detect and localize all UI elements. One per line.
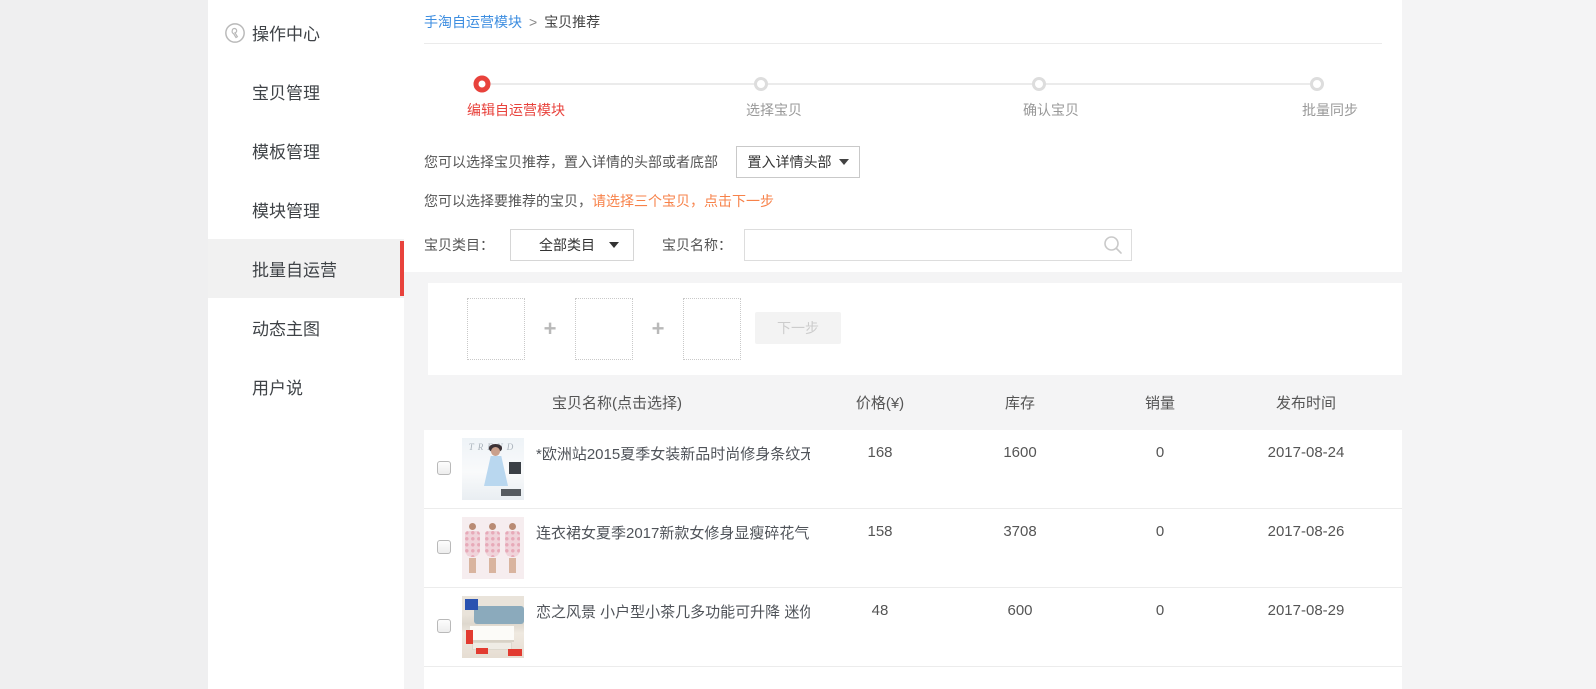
category-select-value: 全部类目: [539, 235, 595, 255]
item-publish-date: 2017-08-26: [1230, 509, 1402, 587]
item-table: TREND *欧洲站2015夏季女装新品时尚修身条纹无袖背 168 1600 0…: [424, 430, 1402, 689]
placement-hint-text: 您可以选择宝贝推荐，置入详情的头部或者底部: [424, 152, 718, 172]
placement-hint-row: 您可以选择宝贝推荐，置入详情的头部或者底部 置入详情头部: [424, 146, 1382, 178]
header-price: 价格(¥): [810, 392, 950, 413]
sidebar-item-dynamic-main-image[interactable]: 动态主图: [208, 298, 404, 357]
sidebar-item-batch-self-operation[interactable]: 批量自运营: [208, 239, 404, 298]
selection-hint-highlight: 请选择三个宝贝，点击下一步: [592, 193, 774, 209]
product-image[interactable]: [462, 596, 524, 658]
header-sales: 销量: [1090, 392, 1230, 413]
product-image[interactable]: TREND: [462, 438, 524, 500]
top-panel: 手淘自运营模块 > 宝贝推荐 编辑自运营模块 选择宝贝 确认宝贝 批量同步 您可…: [404, 0, 1402, 272]
item-slot-1[interactable]: [467, 298, 525, 360]
item-price: 168: [810, 430, 950, 508]
item-stock: 600: [950, 588, 1090, 666]
item-sales: 0: [1090, 509, 1230, 587]
item-title[interactable]: 连衣裙女夏季2017新款女修身显瘦碎花气质喇: [524, 509, 810, 587]
row-checkbox[interactable]: [437, 540, 451, 554]
row-checkbox[interactable]: [437, 619, 451, 633]
sidebar-item-label: 用户说: [252, 374, 303, 399]
sidebar-item-template-management[interactable]: 模板管理: [208, 121, 404, 180]
plus-icon: +: [538, 316, 562, 342]
chevron-down-icon: [839, 159, 849, 165]
sidebar-item-user-says[interactable]: 用户说: [208, 357, 404, 416]
breadcrumb-separator: >: [529, 14, 537, 30]
sidebar-item-item-management[interactable]: 宝贝管理: [208, 62, 404, 121]
sidebar-item-label: 批量自运营: [252, 256, 337, 281]
table-row[interactable]: 恋之风景 小户型小茶几多功能可升降 迷你现代 48 600 0 2017-08-…: [424, 588, 1402, 667]
sidebar-item-label: 操作中心: [252, 20, 320, 45]
header-stock: 库存: [950, 392, 1090, 413]
page-left-gutter: [0, 0, 208, 689]
header-item-name: 宝贝名称(点击选择): [524, 392, 810, 413]
item-publish-date: 2017-08-29: [1230, 588, 1402, 666]
step-dot-2: [754, 77, 768, 91]
breadcrumb: 手淘自运营模块 > 宝贝推荐: [424, 0, 1382, 44]
stepper-line: [482, 83, 1317, 85]
step-label-edit-module: 编辑自运营模块: [467, 100, 565, 120]
item-title[interactable]: *欧洲站2015夏季女装新品时尚修身条纹无袖背: [524, 430, 810, 508]
category-select[interactable]: 全部类目: [510, 229, 634, 261]
plus-icon: +: [646, 316, 670, 342]
selection-hint-text: 您可以选择要推荐的宝贝，: [424, 193, 592, 209]
step-label-confirm-items: 确认宝贝: [1023, 100, 1079, 120]
selection-hint-row: 您可以选择要推荐的宝贝，请选择三个宝贝，点击下一步: [424, 191, 1382, 211]
item-publish-date: 2017-08-24: [1230, 430, 1402, 508]
item-stock: 1600: [950, 430, 1090, 508]
table-header: 宝贝名称(点击选择) 价格(¥) 库存 销量 发布时间: [424, 375, 1402, 430]
breadcrumb-current: 宝贝推荐: [544, 12, 600, 32]
sidebar-item-operation-center[interactable]: 操作中心: [208, 3, 404, 62]
selected-items-panel: + + 下一步: [428, 283, 1402, 375]
step-dot-3: [1032, 77, 1046, 91]
item-sales: 0: [1090, 430, 1230, 508]
placement-select[interactable]: 置入详情头部: [736, 146, 860, 178]
stepper: 编辑自运营模块 选择宝贝 确认宝贝 批量同步: [424, 44, 1382, 136]
item-price: 48: [810, 588, 950, 666]
step-label-select-items: 选择宝贝: [746, 100, 802, 120]
item-name-search-input[interactable]: [744, 229, 1132, 261]
main-content: 手淘自运营模块 > 宝贝推荐 编辑自运营模块 选择宝贝 确认宝贝 批量同步 您可…: [404, 0, 1402, 689]
search-field-wrap: [744, 229, 1132, 261]
filter-row: 宝贝类目： 全部类目 宝贝名称：: [424, 229, 1382, 261]
step-dot-4: [1310, 77, 1324, 91]
step-label-batch-sync: 批量同步: [1302, 100, 1358, 120]
table-partial-row: [424, 667, 1402, 689]
table-row[interactable]: TREND *欧洲站2015夏季女装新品时尚修身条纹无袖背 168 1600 0…: [424, 430, 1402, 509]
chevron-down-icon: [609, 242, 619, 248]
sidebar-item-module-management[interactable]: 模块管理: [208, 180, 404, 239]
placement-select-value: 置入详情头部: [748, 152, 832, 172]
item-sales: 0: [1090, 588, 1230, 666]
item-stock: 3708: [950, 509, 1090, 587]
next-step-button[interactable]: 下一步: [755, 312, 841, 344]
sidebar-item-label: 宝贝管理: [252, 79, 320, 104]
sidebar-item-label: 模块管理: [252, 197, 320, 222]
item-slot-2[interactable]: [575, 298, 633, 360]
wrench-circle-icon: [224, 22, 246, 44]
row-checkbox[interactable]: [437, 461, 451, 475]
sidebar-item-label: 模板管理: [252, 138, 320, 163]
item-price: 158: [810, 509, 950, 587]
header-publish-date: 发布时间: [1230, 392, 1402, 413]
category-label: 宝贝类目：: [424, 235, 494, 255]
item-title[interactable]: 恋之风景 小户型小茶几多功能可升降 迷你现代: [524, 588, 810, 666]
sidebar: 操作中心 宝贝管理 模板管理 模块管理 批量自运营 动态主图 用户说: [208, 0, 404, 689]
item-name-label: 宝贝名称：: [662, 235, 732, 255]
search-icon[interactable]: [1102, 234, 1124, 256]
product-image[interactable]: [462, 517, 524, 579]
breadcrumb-parent-link[interactable]: 手淘自运营模块: [424, 12, 522, 32]
item-slot-3[interactable]: [683, 298, 741, 360]
sidebar-item-label: 动态主图: [252, 315, 320, 340]
table-row[interactable]: 连衣裙女夏季2017新款女修身显瘦碎花气质喇 158 3708 0 2017-0…: [424, 509, 1402, 588]
step-dot-1: [474, 76, 491, 93]
